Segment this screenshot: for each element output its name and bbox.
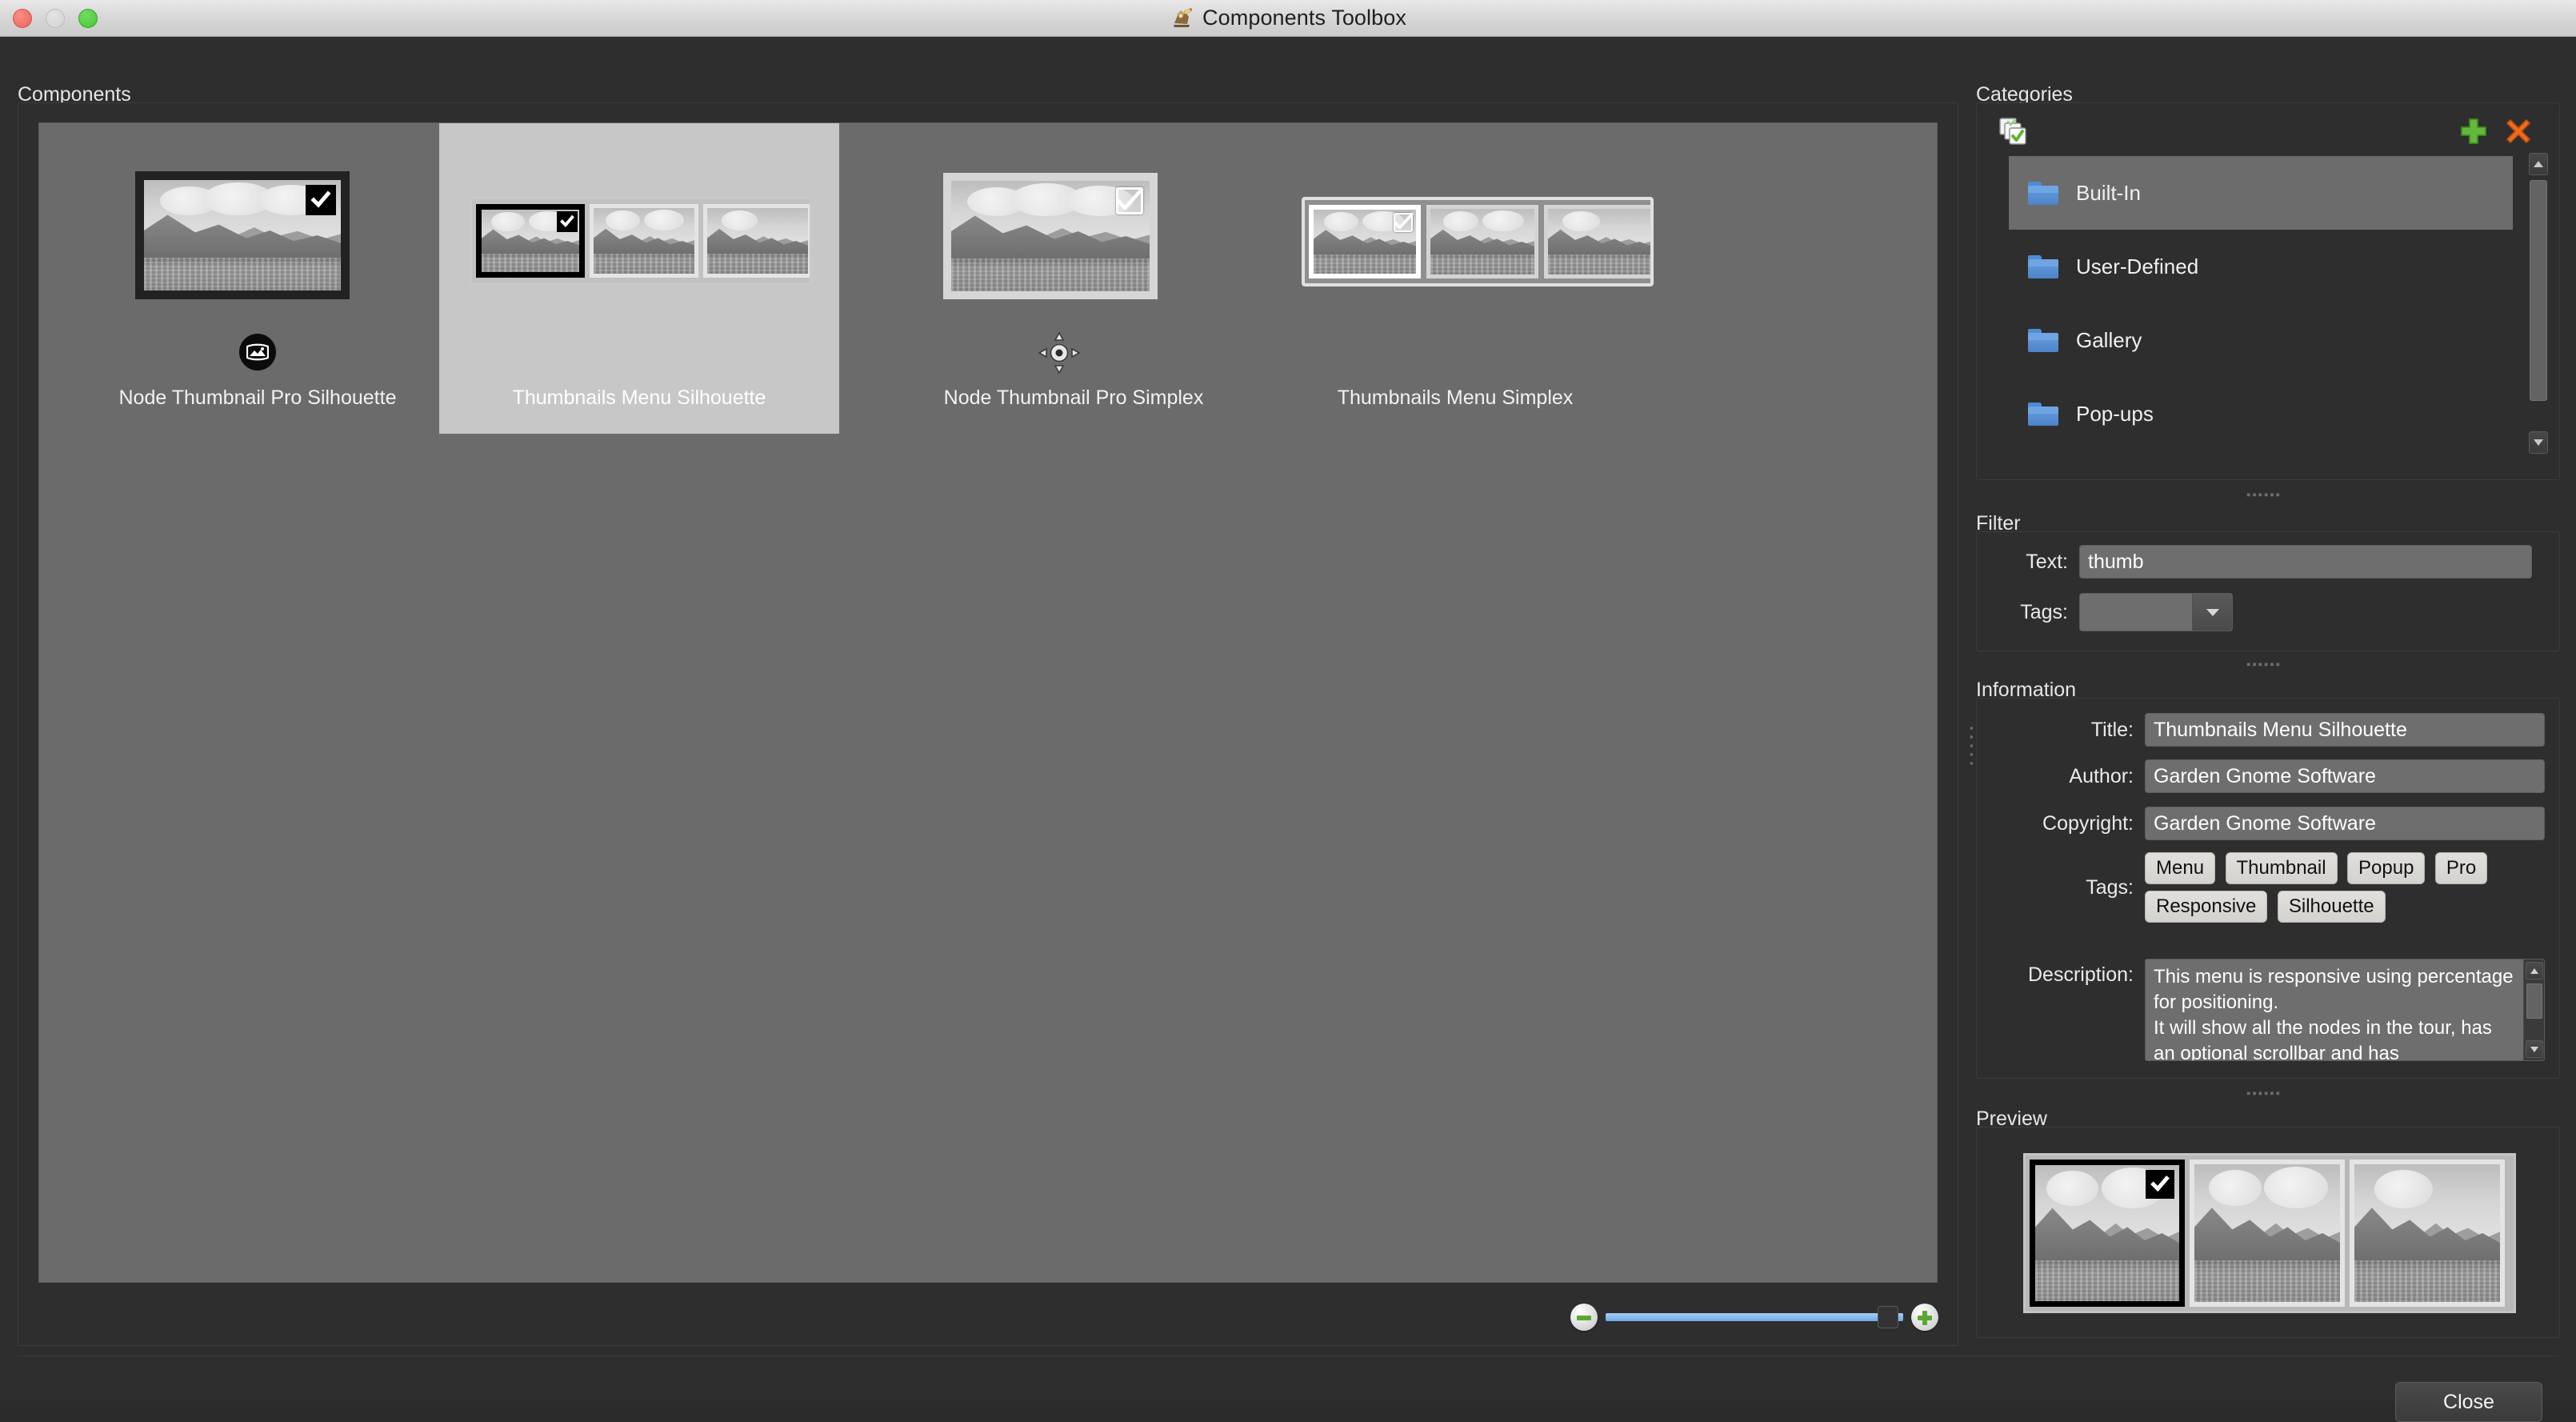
folder-icon — [2028, 328, 2058, 352]
traffic-light-buttons — [13, 0, 98, 37]
preview-thumbnail-strip — [2023, 1153, 2516, 1313]
zoom-slider-handle[interactable] — [1878, 1306, 1899, 1328]
scrollbar-thumb[interactable] — [2526, 983, 2542, 1019]
component-card-1[interactable]: Thumbnails Menu Silhouette — [439, 123, 839, 434]
component-caption: Thumbnails Menu Silhouette — [512, 387, 766, 409]
filter-tags-label: Tags: — [2020, 600, 2068, 623]
info-copyright-input[interactable] — [2145, 807, 2545, 840]
categories-panel: Built-In User-Defined Gallery Pop-ups — [1976, 102, 2560, 480]
info-description-row: Description: This menu is responsive usi… — [1985, 959, 2554, 1061]
category-item-user-defined[interactable]: User-Defined — [2009, 230, 2513, 303]
zoom-slider-track[interactable] — [1606, 1306, 1903, 1328]
component-thumbnail-strip — [1302, 197, 1654, 286]
category-label: Gallery — [2076, 327, 2142, 352]
add-category-button[interactable] — [2457, 114, 2490, 148]
component-caption: Thumbnails Menu Simplex — [1337, 387, 1574, 409]
component-card-0[interactable]: Node Thumbnail Pro Silhouette — [39, 123, 476, 434]
components-canvas[interactable]: Node Thumbnail Pro Silhouette Thumbnails… — [38, 122, 1938, 1283]
minimize-window-button[interactable] — [46, 9, 65, 28]
info-tags-chips: Menu Thumbnail Popup Pro Responsive Silh… — [2145, 852, 2545, 929]
filter-text-row: Text: — [1991, 545, 2546, 579]
info-description-text: This menu is responsive using percentage… — [2154, 966, 2514, 1061]
zoom-slider[interactable] — [1570, 1297, 1938, 1337]
info-description-label: Description: — [2028, 963, 2134, 986]
window-title-text: Components Toolbox — [1202, 6, 1406, 30]
delete-category-button[interactable] — [2502, 114, 2535, 148]
component-thumbnail-strip — [470, 197, 812, 285]
info-copyright-row: Copyright: — [1985, 807, 2554, 840]
info-author-label: Author: — [2069, 764, 2134, 787]
category-item-pop-ups[interactable]: Pop-ups — [2009, 377, 2513, 451]
component-checkbox-badge[interactable] — [1394, 213, 1414, 232]
categories-scrollbar[interactable] — [2529, 153, 2548, 454]
component-checkbox-badge[interactable] — [306, 185, 336, 215]
tag-chip[interactable]: Popup — [2347, 852, 2426, 884]
component-checkbox-badge[interactable] — [557, 211, 578, 232]
zoom-in-button[interactable] — [1911, 1304, 1938, 1331]
filter-text-input[interactable] — [2079, 545, 2532, 579]
info-author-row: Author: — [1985, 759, 2554, 793]
info-title-row: Title: — [1985, 713, 2554, 747]
category-item-built-in[interactable]: Built-In — [2009, 156, 2513, 230]
component-card-2[interactable]: Node Thumbnail Pro Simplex — [855, 123, 1292, 434]
information-panel: Title: Author: Copyright: Tags: Menu Thu… — [1976, 698, 2560, 1079]
window-titlebar: Components Toolbox — [0, 0, 2576, 37]
information-resize-grip[interactable]: ▪▪▪▪▪▪ — [2246, 1088, 2282, 1100]
zoom-out-button[interactable] — [1570, 1304, 1598, 1331]
preview-panel — [1976, 1127, 2560, 1338]
filter-text-label: Text: — [2026, 550, 2068, 573]
component-caption: Node Thumbnail Pro Silhouette — [118, 387, 397, 409]
scroll-down-arrow-icon[interactable] — [2526, 1040, 2543, 1058]
scroll-up-arrow-icon[interactable] — [2526, 962, 2543, 979]
category-label: Pop-ups — [2076, 401, 2154, 426]
filter-tags-row: Tags: — [1991, 593, 2546, 631]
tag-chip[interactable]: Menu — [2145, 852, 2216, 884]
component-caption: Node Thumbnail Pro Simplex — [943, 387, 1204, 409]
folder-icon — [2028, 402, 2058, 426]
folder-icon — [2028, 181, 2058, 205]
info-author-input[interactable] — [2145, 759, 2545, 793]
filter-panel: Text: Tags: — [1976, 531, 2560, 651]
component-card-3[interactable]: Thumbnails Menu Simplex — [1255, 123, 1655, 434]
filter-tags-dropdown[interactable] — [2079, 593, 2233, 631]
components-panel: Node Thumbnail Pro Silhouette Thumbnails… — [18, 102, 1958, 1346]
scroll-down-arrow-icon[interactable] — [2529, 431, 2548, 454]
tag-chip[interactable]: Silhouette — [2277, 891, 2386, 923]
category-item-gallery[interactable]: Gallery — [2009, 303, 2513, 377]
info-copyright-label: Copyright: — [2042, 811, 2134, 835]
window-body: Components Node Thumbnail Pro Silhouette… — [0, 37, 2576, 1422]
info-description-box[interactable]: This menu is responsive using percentage… — [2145, 959, 2545, 1061]
info-title-label: Title: — [2090, 718, 2134, 741]
component-thumbnail-image — [943, 173, 1158, 299]
info-title-input[interactable] — [2145, 713, 2545, 747]
window-title: Components Toolbox — [1170, 6, 1406, 30]
select-all-icon[interactable] — [1996, 116, 2030, 148]
maximize-window-button[interactable] — [78, 9, 98, 28]
component-thumbnail-image — [135, 171, 350, 299]
tag-chip[interactable]: Responsive — [2145, 891, 2268, 923]
info-tags-row: Tags: Menu Thumbnail Popup Pro Responsiv… — [1985, 852, 2554, 929]
categories-list[interactable]: Built-In User-Defined Gallery Pop-ups — [2009, 156, 2513, 452]
gnome-pencil-icon — [1170, 6, 1194, 30]
category-label: Built-In — [2076, 180, 2141, 205]
category-label: User-Defined — [2076, 254, 2199, 278]
folder-icon — [2028, 254, 2058, 278]
filter-resize-grip[interactable]: ▪▪▪▪▪▪ — [2246, 659, 2282, 671]
panorama-image-icon — [239, 334, 276, 371]
chevron-down-icon[interactable] — [2192, 594, 2232, 631]
scrollbar-thumb[interactable] — [2530, 180, 2547, 401]
categories-toolbar — [1996, 114, 2542, 151]
tag-chip[interactable]: Thumbnail — [2225, 852, 2338, 884]
hotspot-target-icon-wrap — [1036, 330, 1082, 376]
preview-checkbox-badge — [2146, 1170, 2174, 1199]
close-window-button[interactable] — [13, 9, 32, 28]
tag-chip[interactable]: Pro — [2434, 852, 2488, 884]
information-resize-grip-vertical[interactable]: ▪ ▪ ▪ ▪ ▪ — [1970, 723, 1976, 768]
scroll-up-arrow-icon[interactable] — [2529, 153, 2548, 175]
component-checkbox-badge[interactable] — [1116, 187, 1144, 214]
info-tags-label: Tags: — [2086, 876, 2134, 899]
close-button[interactable]: Close — [2395, 1382, 2542, 1422]
description-scrollbar[interactable] — [2523, 959, 2544, 1060]
categories-resize-grip[interactable]: ▪▪▪▪▪▪ — [2246, 489, 2282, 501]
